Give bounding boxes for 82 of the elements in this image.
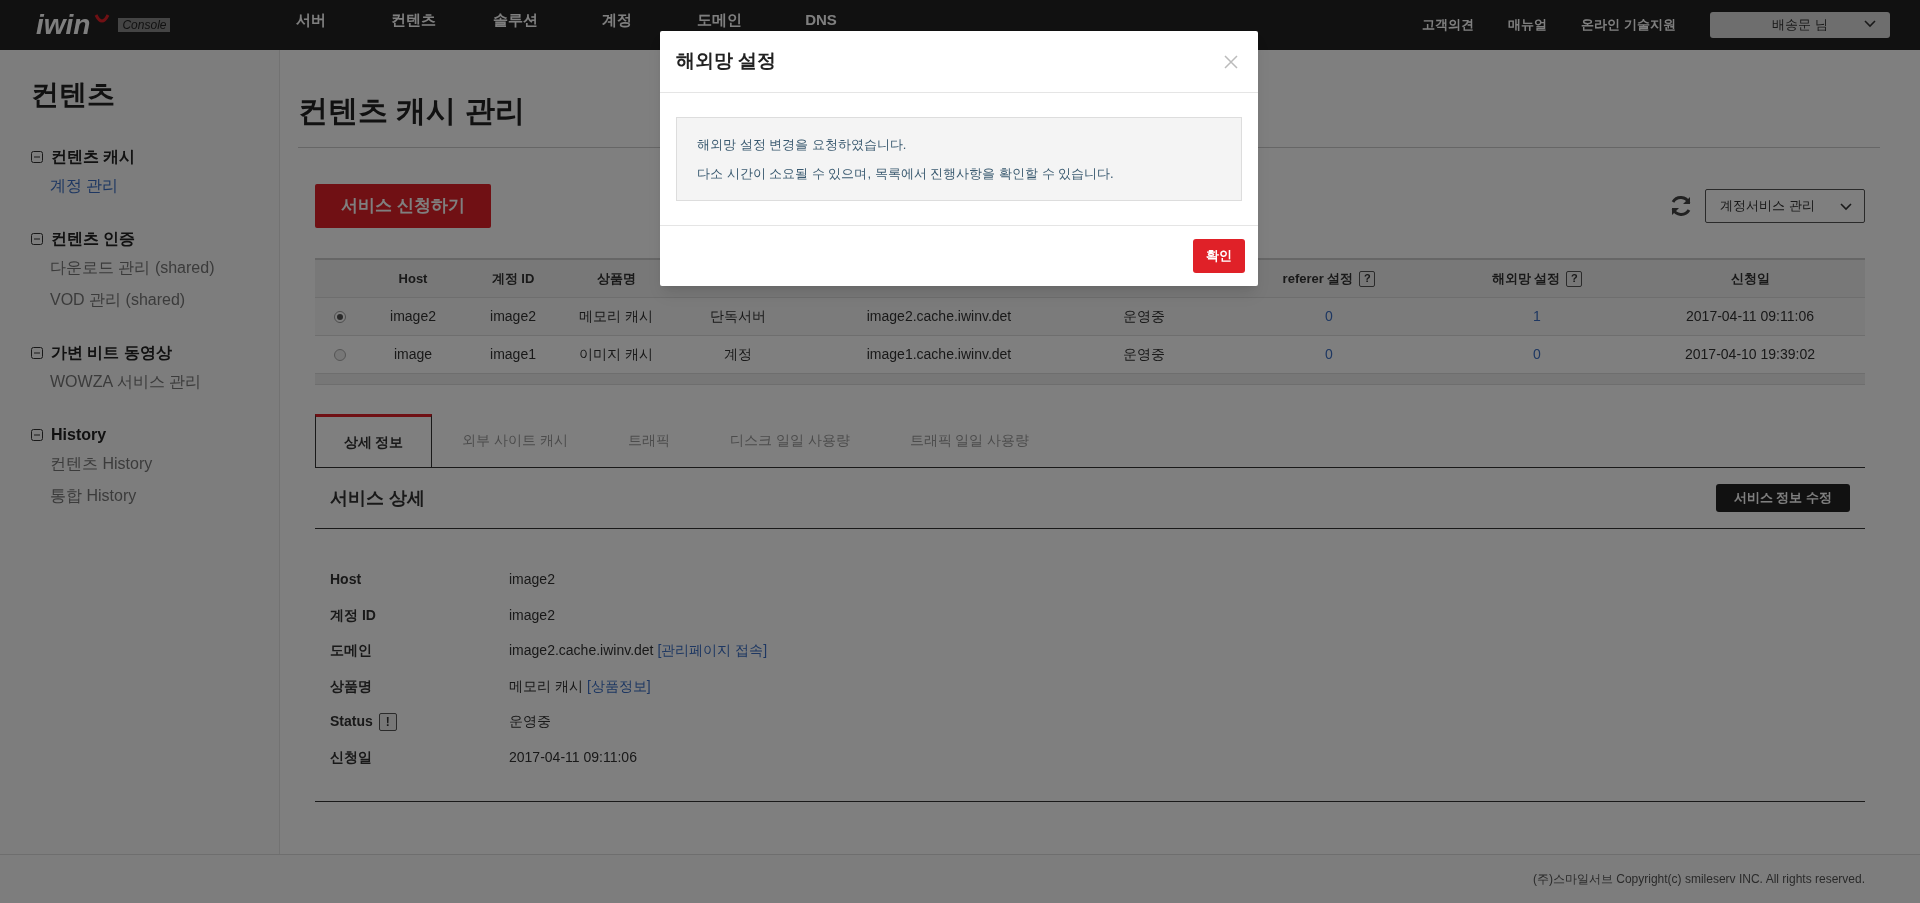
field-value: 2017-04-11 09:11:06 — [509, 747, 637, 767]
table-cell-text: 2017-04-11 09:11:06 — [1686, 307, 1814, 326]
help-badge[interactable]: ? — [1359, 270, 1376, 287]
apply-button[interactable]: 서비스 신청하기 — [315, 184, 491, 228]
table-cell-text: 0 — [1533, 345, 1541, 364]
confirm-button[interactable]: 확인 — [1193, 239, 1245, 273]
table-cell-text: image2.cache.iwinv.det — [866, 307, 1012, 326]
column-header: 신청일 — [1730, 269, 1770, 288]
collapse-icon[interactable] — [31, 347, 43, 359]
column-header: referer 설정 — [1282, 269, 1354, 288]
radio-button[interactable] — [334, 310, 346, 323]
collapse-icon[interactable] — [31, 429, 43, 441]
collapse-icon[interactable] — [31, 151, 43, 163]
column-header: 상품명 — [596, 269, 636, 288]
refresh-icon[interactable] — [1669, 194, 1693, 218]
field-label: Status — [330, 712, 373, 732]
sidebar-title: 컨텐츠 — [31, 78, 116, 112]
table-cell-text: image — [393, 345, 433, 364]
help-badge[interactable]: ! — [378, 712, 397, 731]
table-row[interactable]: image2 image2 메모리 캐시 단독서버 image2.cache.iwinv.det 운영중 0 1 2017-04-11 09:11:06 — [315, 298, 1865, 336]
nav-link[interactable]: 솔루션 — [464, 11, 566, 29]
field-label: 신청일 — [330, 747, 372, 767]
nav-link[interactable]: 서버 — [260, 11, 362, 29]
table-cell-text: image1.cache.iwinv.det — [866, 345, 1012, 364]
edit-button[interactable]: 서비스 정보 수정 — [1715, 484, 1850, 512]
header-link[interactable]: 매뉴얼 — [1508, 15, 1548, 35]
tab[interactable]: 상세 정보 — [315, 414, 432, 467]
field-label: 상품명 — [330, 676, 372, 696]
table-cell-text: 2017-04-10 19:39:02 — [1685, 345, 1815, 364]
user-menu[interactable]: 배송문 님 — [1710, 12, 1890, 38]
table-cell-text: 0 — [1325, 307, 1333, 326]
field-value: image2 — [509, 605, 555, 625]
field-value: image2 — [509, 570, 555, 590]
copyright: (주)스마일서브 Copyright(c) smileserv INC. All rights reserved. — [1532, 871, 1865, 888]
table-cell-text: 이미지 캐시 — [579, 345, 653, 364]
sidebar-item[interactable]: 다운로드 관리 (shared) — [50, 252, 279, 284]
sidebar-item[interactable]: 통합 History — [50, 480, 279, 512]
sidebar-group[interactable]: 컨텐츠 인증 — [51, 227, 136, 251]
header-link[interactable]: 온라인 기술지원 — [1581, 15, 1676, 35]
table-cell-text: 단독서버 — [710, 307, 766, 326]
table-cell-text: 운영중 — [1123, 307, 1165, 326]
table-cell-text: 메모리 캐시 — [579, 307, 653, 326]
nav-link[interactable]: 계정 — [566, 11, 668, 29]
column-header: Host — [398, 269, 428, 288]
dialog-title: 해외망 설정 — [676, 49, 777, 74]
sidebar-item[interactable]: VOD 관리 (shared) — [50, 284, 279, 316]
field-label: Host — [330, 570, 362, 590]
nav-link[interactable]: 컨텐츠 — [362, 11, 464, 29]
table-cell-text: 1 — [1533, 307, 1541, 326]
table-cell-text: 0 — [1325, 345, 1333, 364]
message-text: 다소 시간이 소요될 수 있으며, 목록에서 진행사항을 확인할 수 있습니다. — [697, 164, 1115, 183]
nav-link[interactable]: DNS — [770, 11, 872, 29]
radio-button[interactable] — [334, 348, 346, 361]
column-header: 계정 ID — [491, 269, 535, 288]
table-cell-text: image1 — [490, 345, 536, 364]
field-value: 메모리 캐시 — [509, 676, 583, 696]
section-title: 서비스 상세 — [330, 486, 425, 510]
header-link[interactable]: 고객의견 — [1422, 15, 1475, 35]
field-label: 계정 ID — [330, 605, 376, 625]
service-select[interactable]: 계정서비스 관리 — [1705, 189, 1865, 223]
sidebar-item[interactable]: WOWZA 서비스 관리 — [50, 366, 279, 398]
table-cell-text: image2 — [490, 307, 536, 326]
logo[interactable]: iwin — [36, 11, 91, 39]
field-value: 운영중 — [509, 712, 551, 732]
sidebar-group[interactable]: History — [51, 423, 107, 447]
link[interactable]: [관리페이지 접속] — [657, 640, 768, 662]
sidebar-group[interactable]: 가변 비트 동영상 — [51, 341, 172, 365]
chevron-down-icon — [1864, 20, 1876, 28]
field-label: 도메인 — [330, 641, 372, 661]
collapse-icon[interactable] — [31, 233, 43, 245]
sidebar-group[interactable]: 컨텐츠 캐시 — [51, 145, 136, 169]
help-badge[interactable]: ? — [1566, 270, 1583, 287]
field-value: image2.cache.iwinv.det — [509, 641, 654, 661]
sidebar-item[interactable]: 계정 관리 — [50, 170, 279, 202]
column-header: 해외망 설정 — [1491, 269, 1561, 288]
link[interactable]: [상품정보] — [586, 675, 651, 697]
nav-link[interactable]: 도메인 — [668, 11, 770, 29]
table-cell-text: image2 — [390, 307, 436, 326]
table-cell-text: 계정 — [724, 345, 752, 364]
table-cell-text: 운영중 — [1123, 345, 1165, 364]
chevron-down-icon — [1840, 203, 1852, 211]
sidebar-item[interactable]: 컨텐츠 History — [50, 448, 279, 480]
